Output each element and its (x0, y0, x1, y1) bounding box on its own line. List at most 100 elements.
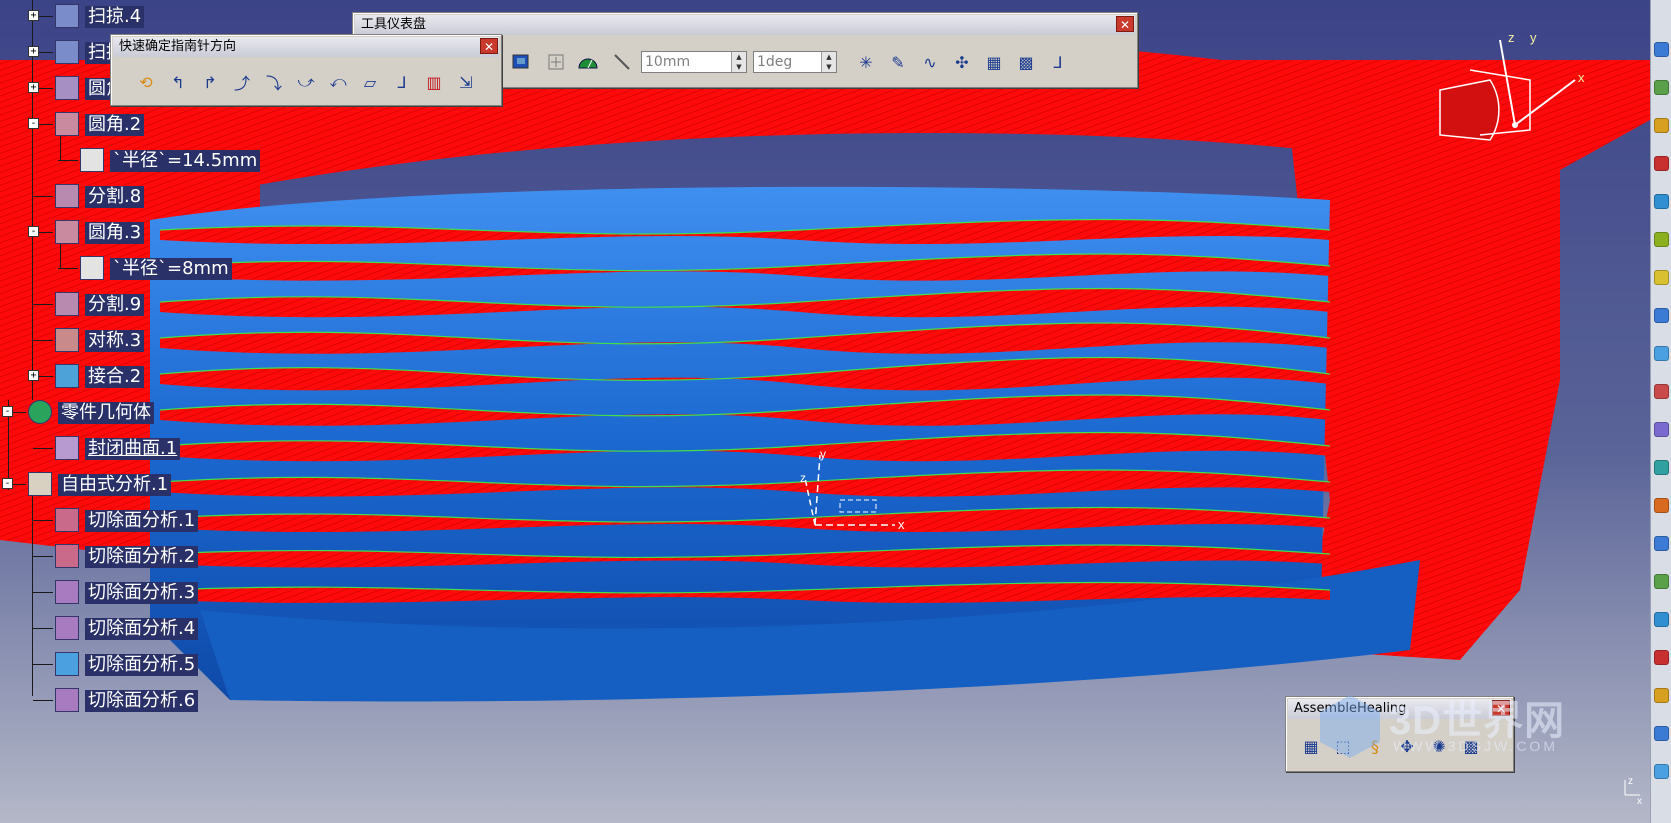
feature-icon (55, 364, 79, 388)
workbench-tool-icon[interactable] (1654, 346, 1669, 361)
tree-connector (33, 196, 53, 197)
compass-tool-9[interactable]: ⅃ (389, 69, 415, 95)
grid-button[interactable] (543, 49, 569, 75)
angle-step-input[interactable]: 1deg ▲ ▼ (753, 51, 837, 73)
workbench-tool-icon[interactable] (1654, 498, 1669, 513)
workbench-tool-icon[interactable] (1654, 156, 1669, 171)
compass-yz-icon: ↰ (171, 72, 185, 92)
feature-icon (55, 112, 79, 136)
workbench-tool-icon[interactable] (1654, 384, 1669, 399)
axis-button[interactable]: ⅃ (1045, 49, 1071, 75)
tree-node-label: 接合.2 (85, 366, 145, 388)
grid-toggle-button[interactable]: ▦ (981, 49, 1007, 75)
feature-icon (55, 4, 79, 28)
origin-axis-x-label: x (898, 517, 905, 532)
workbench-tool-icon[interactable] (1654, 536, 1669, 551)
compass-rotate-icon: ⤴ (233, 74, 250, 93)
snap-tool-button-3[interactable]: ∿ (917, 49, 943, 75)
expand-icon[interactable]: + (28, 370, 39, 381)
angle-step-value: 1deg (757, 54, 793, 70)
grid-snap-button[interactable]: ▩ (1013, 49, 1039, 75)
workbench-tool-icon[interactable] (1654, 612, 1669, 627)
collapse-icon[interactable]: - (2, 406, 13, 417)
grid-icon: ▦ (986, 52, 1002, 72)
compass-tool-11[interactable]: ⇲ (453, 69, 479, 95)
workbench-tool-icon[interactable] (1654, 270, 1669, 285)
compass-tool-8[interactable]: ▱ (357, 69, 383, 95)
tree-node-label: `半径`=14.5mm (110, 150, 261, 172)
measure-mode-button[interactable] (609, 49, 635, 75)
angle-spinner[interactable]: ▲ ▼ (821, 52, 836, 72)
compass-tool-7[interactable]: ⤺ (325, 69, 351, 95)
dashboard-close-button[interactable]: ✕ (1116, 16, 1134, 32)
mini-axis-x-label: x (1637, 796, 1642, 807)
compass-tool-3[interactable]: ↱ (197, 69, 223, 95)
compass-tool-4[interactable]: ⤴ (229, 69, 255, 95)
snap-tool-button-1[interactable]: ✳ (853, 49, 879, 75)
watermark-url: WWW.3DSJW.COM (1393, 738, 1558, 754)
snap-tool-button-4[interactable]: ✣ (949, 49, 975, 75)
workbench-tool-icon[interactable] (1654, 650, 1669, 665)
compass-axis-z: z (1508, 30, 1515, 45)
workbench-tool-icon[interactable] (1654, 80, 1669, 95)
tree-connector (33, 448, 53, 449)
workbench-tool-icon[interactable] (1654, 194, 1669, 209)
collapse-icon[interactable]: - (2, 478, 13, 489)
workbench-tool-icon[interactable] (1654, 574, 1669, 589)
compass-toolbar-title: 快速确定指南针方向 (113, 37, 499, 57)
compass-tool-5[interactable]: ⤵ (261, 69, 287, 95)
tree-node-label: 对称.3 (85, 330, 145, 352)
analysis-tool-icon (28, 472, 52, 496)
workbench-tool-icon[interactable] (1654, 688, 1669, 703)
expand-icon[interactable]: + (28, 10, 39, 21)
snap-point-button[interactable] (508, 49, 534, 75)
length-step-input[interactable]: 10mm ▲ ▼ (641, 51, 747, 73)
feature-icon (55, 220, 79, 244)
tree-node-label: 封闭曲面.1 (85, 438, 181, 460)
compass-axis-orient-icon: ⟲ (139, 72, 153, 92)
compass-tilt-icon: ⤵ (265, 74, 282, 93)
tree-node-label: 切除面分析.2 (85, 546, 199, 568)
compass-tool-6[interactable]: ⤻ (293, 69, 319, 95)
add-icon (548, 54, 564, 70)
axis-icon: ⅃ (1053, 52, 1063, 72)
tree-connector (33, 592, 53, 593)
angle-snap-button[interactable] (575, 49, 601, 75)
parameter-icon (80, 256, 104, 280)
tree-node-label: 扫掠.4 (85, 6, 145, 28)
feature-icon (55, 436, 79, 460)
compass-axis-y: y (1530, 30, 1537, 45)
workbench-tool-icon[interactable] (1654, 764, 1669, 779)
feature-icon (55, 184, 79, 208)
tree-node-label: 圆角.3 (85, 222, 145, 244)
workbench-tool-icon[interactable] (1654, 726, 1669, 741)
compass-toolbar-close-button[interactable]: ✕ (480, 38, 498, 54)
expand-icon[interactable]: + (28, 46, 39, 57)
length-spinner[interactable]: ▲ ▼ (731, 52, 746, 72)
collapse-icon[interactable]: - (28, 226, 39, 237)
workbench-tool-icon[interactable] (1654, 42, 1669, 57)
sparkle-icon: ✳ (859, 52, 873, 72)
compass-tool-10[interactable]: ▥ (421, 69, 447, 95)
feature-icon (55, 544, 79, 568)
collapse-icon[interactable]: - (28, 118, 39, 129)
workbench-tool-icon[interactable] (1654, 422, 1669, 437)
snap-tool-button-2[interactable]: ✎ (885, 49, 911, 75)
feature-icon (55, 616, 79, 640)
workbench-tool-icon[interactable] (1654, 308, 1669, 323)
origin-axis-z-label: z (800, 471, 806, 485)
tree-connector (33, 628, 53, 629)
workbench-tool-icon[interactable] (1654, 232, 1669, 247)
expand-icon[interactable]: + (28, 82, 39, 93)
compass-orientation-toolbar[interactable]: 快速确定指南针方向 ✕ ⟲ ↰ ↱ ⤴ ⤵ ⤻ ⤺ ▱ ⅃ ▥ ⇲ (110, 34, 502, 106)
feature-icon (55, 688, 79, 712)
workbench-tool-icon[interactable] (1654, 460, 1669, 475)
snap-point-icon (512, 54, 529, 69)
compass-spin-icon: ⤻ (297, 72, 315, 91)
compass-tool-2[interactable]: ↰ (165, 69, 191, 95)
compass-tool-1[interactable]: ⟲ (133, 69, 159, 95)
grid-snap-icon: ▩ (1018, 52, 1034, 72)
workbench-tool-icon[interactable] (1654, 118, 1669, 133)
feature-icon (55, 40, 79, 64)
watermark: 3D世界网 WWW.3DSJW.COM (1315, 690, 1645, 760)
